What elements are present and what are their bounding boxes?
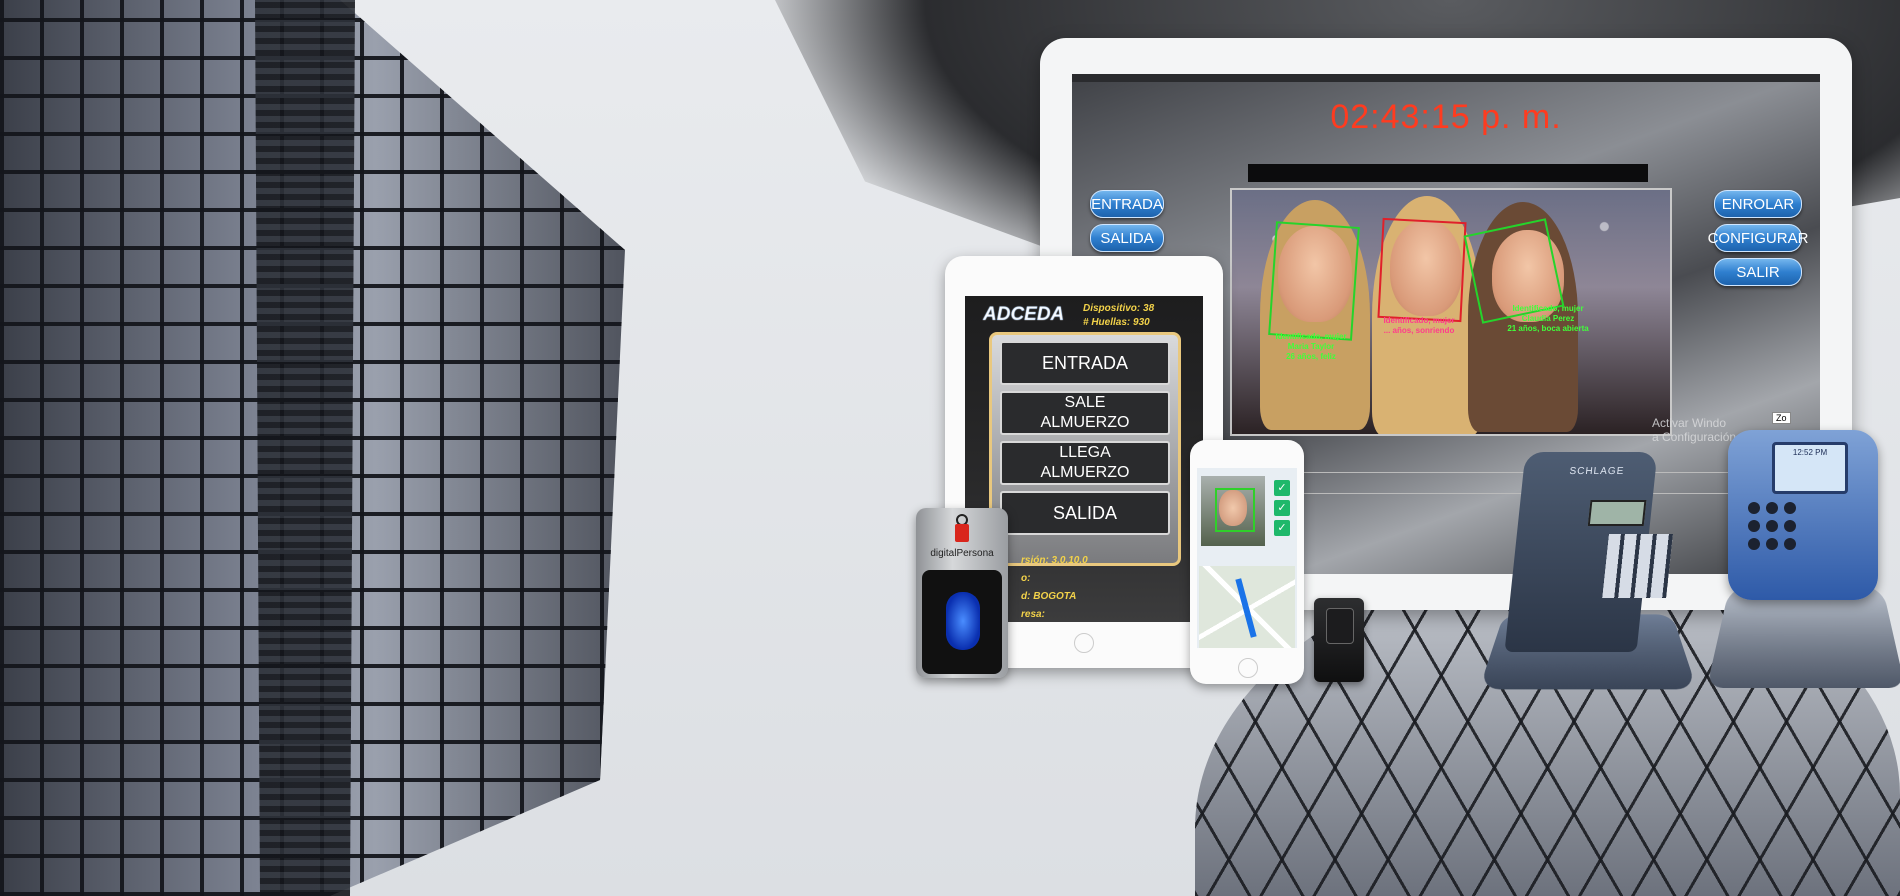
version-text: rsión: 3.0.10.0 bbox=[1021, 552, 1088, 570]
tablet-home-button[interactable] bbox=[1074, 633, 1094, 653]
key[interactable] bbox=[1748, 538, 1760, 550]
adceda-logo: ADCEDA bbox=[983, 304, 1064, 326]
reader-body bbox=[922, 570, 1002, 674]
hand-punch-terminal-blue: 12:52 PM bbox=[1712, 420, 1900, 690]
tablet-llega-almuerzo-button[interactable]: LLEGA ALMUERZO bbox=[1000, 441, 1170, 485]
fingerprint-reader: digitalPersona bbox=[916, 508, 1008, 678]
phone-face-photo bbox=[1201, 476, 1265, 546]
check-icon: ✓ bbox=[1274, 520, 1290, 536]
key[interactable] bbox=[1784, 520, 1796, 532]
face-box-2 bbox=[1377, 218, 1466, 322]
terminal-body-blue: 12:52 PM bbox=[1728, 430, 1878, 600]
phone-face-box bbox=[1215, 488, 1255, 532]
key[interactable] bbox=[1766, 538, 1778, 550]
configurar-button[interactable]: CONFIGURAR bbox=[1714, 224, 1802, 252]
face-label-1: Identificado, mujer Maria Taylor 26 años… bbox=[1256, 332, 1366, 362]
reader-brand: digitalPersona bbox=[916, 548, 1008, 559]
company-text: resa: bbox=[1021, 606, 1088, 622]
salida-button[interactable]: SALIDA bbox=[1090, 224, 1164, 252]
device-id: Dispositivo: 38 bbox=[1083, 302, 1154, 316]
left-skyscraper-edge bbox=[255, 0, 355, 896]
face-label-2: Identificado, mujer ... años, sonriendo bbox=[1364, 316, 1474, 336]
terminal-brand: SCHLAGE bbox=[1569, 466, 1625, 477]
terminal-display-blue: 12:52 PM bbox=[1772, 442, 1848, 494]
terminal-keypad-blue[interactable] bbox=[1748, 502, 1818, 572]
key[interactable] bbox=[1766, 520, 1778, 532]
monitor-topbar bbox=[1072, 74, 1820, 82]
tablet-sale-almuerzo-button[interactable]: SALE ALMUERZO bbox=[1000, 391, 1170, 435]
face-box-1 bbox=[1268, 221, 1360, 341]
camera-feed: Identificado, mujer Maria Taylor 26 años… bbox=[1230, 188, 1672, 436]
terminal-body: SCHLAGE bbox=[1504, 452, 1657, 652]
terminal-display bbox=[1588, 500, 1647, 526]
phone-screen: ✓ ✓ ✓ bbox=[1197, 468, 1297, 648]
small-reader-sensor[interactable] bbox=[1326, 608, 1354, 644]
tablet-salida-button[interactable]: SALIDA bbox=[1000, 491, 1170, 535]
small-fingerprint-reader bbox=[1314, 598, 1364, 682]
tablet-button-panel: ENTRADA SALE ALMUERZO LLEGA ALMUERZO SAL… bbox=[989, 332, 1181, 566]
fingerprint-sensor[interactable] bbox=[946, 592, 980, 650]
check-icon: ✓ bbox=[1274, 480, 1290, 496]
tablet-footer: rsión: 3.0.10.0 o: d: BOGOTA resa: bbox=[1021, 552, 1088, 622]
enrolar-button[interactable]: ENROLAR bbox=[1714, 190, 1802, 218]
city-text: d: BOGOTA bbox=[1021, 588, 1088, 606]
key[interactable] bbox=[1748, 502, 1760, 514]
fingerprint-count: # Huellas: 930 bbox=[1083, 316, 1154, 330]
status-bar bbox=[1248, 164, 1648, 182]
device-info: Dispositivo: 38 # Huellas: 930 bbox=[1083, 302, 1154, 330]
key[interactable] bbox=[1784, 502, 1796, 514]
phone-home-button[interactable] bbox=[1238, 658, 1258, 678]
salir-button[interactable]: SALIR bbox=[1714, 258, 1802, 286]
check-icon: ✓ bbox=[1274, 500, 1290, 516]
clock-display: 02:43:15 p. m. bbox=[1072, 98, 1820, 137]
tablet-entrada-button[interactable]: ENTRADA bbox=[1000, 341, 1170, 385]
key[interactable] bbox=[1766, 502, 1778, 514]
phone-check-list: ✓ ✓ ✓ bbox=[1274, 480, 1294, 540]
key[interactable] bbox=[1784, 538, 1796, 550]
entrada-button[interactable]: ENTRADA bbox=[1090, 190, 1164, 218]
hand-punch-terminal: SCHLAGE bbox=[1487, 432, 1687, 694]
phone-device: ✓ ✓ ✓ bbox=[1190, 440, 1304, 684]
key[interactable] bbox=[1748, 520, 1760, 532]
footer-field: o: bbox=[1021, 570, 1088, 588]
reader-logo-mark bbox=[955, 524, 969, 542]
face-label-3: Identificado, mujer Claudia Perez 21 año… bbox=[1488, 304, 1608, 334]
terminal-keypad[interactable] bbox=[1602, 534, 1673, 598]
